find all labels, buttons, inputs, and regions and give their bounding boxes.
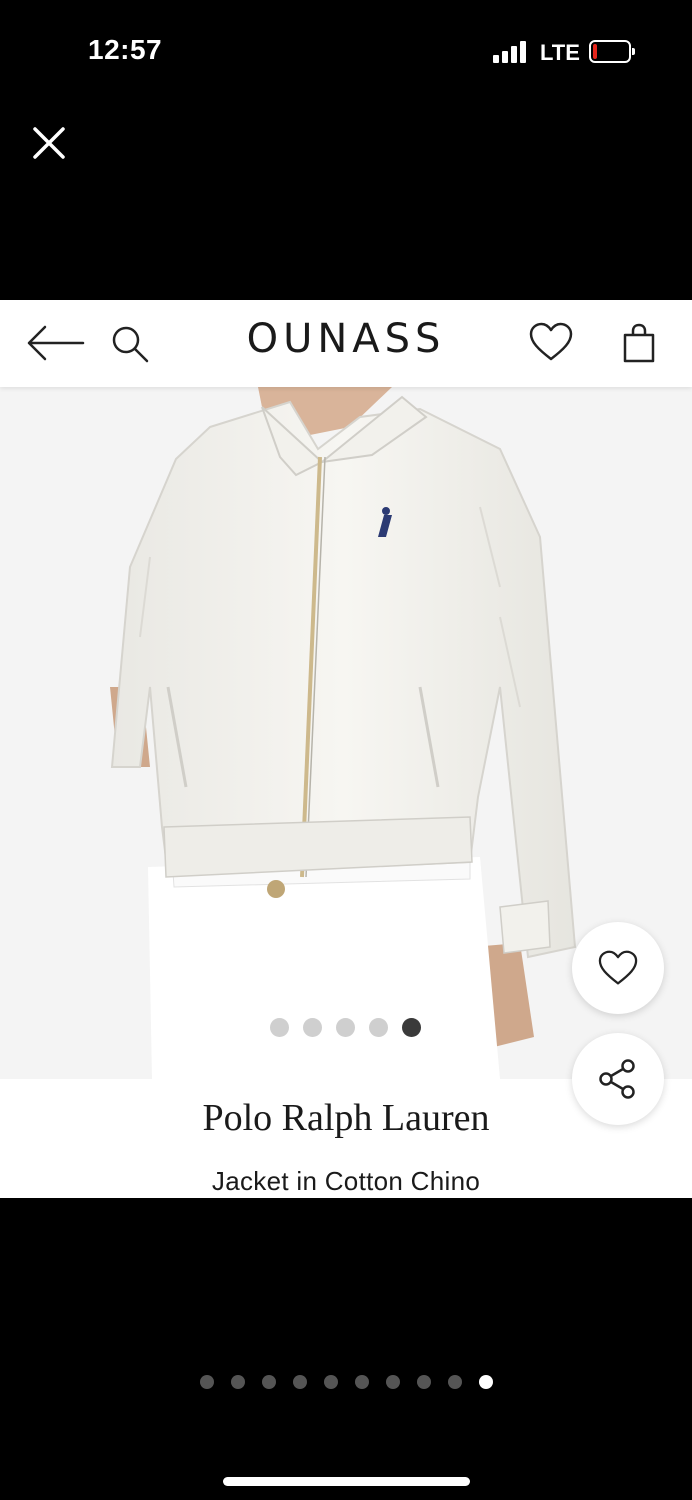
battery-level [593, 44, 597, 59]
shopping-bag-icon [623, 323, 655, 363]
story-dot[interactable] [355, 1375, 369, 1389]
brand-logo[interactable]: OUNASS [196, 316, 496, 362]
story-dot[interactable] [448, 1375, 462, 1389]
add-to-wishlist-button[interactable] [572, 922, 664, 1014]
story-dot[interactable] [231, 1375, 245, 1389]
story-dot[interactable] [386, 1375, 400, 1389]
top-nav: OUNASS [0, 300, 692, 387]
story-dot[interactable] [324, 1375, 338, 1389]
signal-icon [493, 41, 527, 63]
search-button[interactable] [106, 320, 152, 366]
carousel-dot[interactable] [270, 1018, 289, 1037]
heart-icon [598, 950, 638, 985]
search-icon [112, 326, 149, 363]
share-icon [599, 1059, 635, 1099]
product-name: Jacket in Cotton Chino [211, 1166, 481, 1196]
share-button[interactable] [572, 1033, 664, 1125]
carousel-dot[interactable] [336, 1018, 355, 1037]
arrow-left-icon [27, 325, 85, 361]
status-bar: 12:57 LTE [0, 0, 692, 100]
status-time: 12:57 [88, 34, 163, 65]
back-button[interactable] [24, 322, 86, 364]
close-icon [33, 127, 65, 159]
story-dot[interactable] [262, 1375, 276, 1389]
battery-icon [589, 40, 635, 63]
heart-icon [529, 322, 573, 361]
story-dot-active[interactable] [479, 1375, 493, 1389]
image-carousel-dots[interactable] [270, 1018, 421, 1037]
story-dot[interactable] [293, 1375, 307, 1389]
carousel-dot[interactable] [369, 1018, 388, 1037]
close-button[interactable] [28, 122, 70, 164]
wishlist-button[interactable] [526, 319, 576, 365]
carrier-label: LTE [540, 40, 580, 65]
product-page: OUNASS Polo Ralph Lauren Jacket in Cotto… [0, 300, 692, 1198]
carousel-dot-active[interactable] [402, 1018, 421, 1037]
home-indicator[interactable] [223, 1477, 470, 1486]
story-dot[interactable] [417, 1375, 431, 1389]
story-dot[interactable] [200, 1375, 214, 1389]
bag-button[interactable] [616, 320, 662, 366]
carousel-dot[interactable] [303, 1018, 322, 1037]
story-pager[interactable] [200, 1375, 493, 1389]
